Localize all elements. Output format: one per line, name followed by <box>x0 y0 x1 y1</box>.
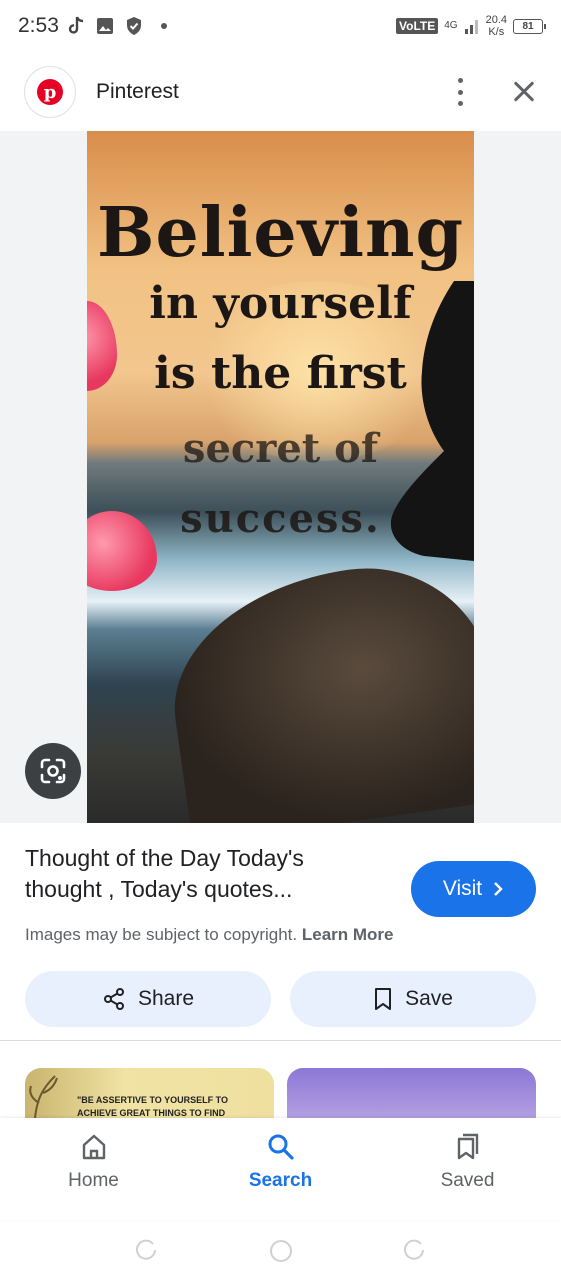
copyright-text: Images may be subject to copyright. <box>25 925 298 944</box>
share-button[interactable]: Share <box>25 971 271 1027</box>
save-label: Save <box>405 987 453 1010</box>
copyright-notice: Images may be subject to copyright. Lear… <box>0 917 561 945</box>
status-right: VoLTE 4G 20.4 K/s 81 <box>396 14 546 38</box>
close-icon[interactable] <box>509 78 537 106</box>
action-row: Share Save <box>0 945 561 1027</box>
saved-icon <box>457 1133 478 1160</box>
network-gen: 4G <box>444 20 458 31</box>
visit-button[interactable]: Visit <box>411 861 536 917</box>
status-notification-icons <box>67 16 167 36</box>
section-divider <box>0 1040 561 1041</box>
nav-saved-label: Saved <box>440 1170 495 1191</box>
bookmark-icon <box>375 988 392 1010</box>
gallery-icon <box>96 18 113 34</box>
quote-line-5: success. <box>180 495 381 542</box>
battery-icon: 81 <box>513 18 546 34</box>
chevron-right-icon <box>494 882 503 896</box>
visit-label: Visit <box>442 877 483 900</box>
page: 2:53 VoLTE 4G 20.4 K/s 81 p Pinterest Be… <box>0 0 561 1280</box>
system-nav-bar <box>0 1222 561 1280</box>
app-header: p Pinterest <box>0 56 561 128</box>
related-thumb-2[interactable] <box>287 1068 536 1118</box>
share-icon <box>103 988 124 1010</box>
volte-badge: VoLTE <box>396 18 439 34</box>
home-icon <box>82 1134 105 1160</box>
share-label: Share <box>137 987 195 1010</box>
more-options-icon[interactable] <box>455 78 465 106</box>
nav-home-label: Home <box>68 1170 119 1191</box>
nav-search[interactable]: Search <box>187 1118 374 1220</box>
back-icon[interactable] <box>403 1239 427 1263</box>
lens-search-button[interactable] <box>25 743 81 799</box>
status-bar: 2:53 VoLTE 4G 20.4 K/s 81 <box>0 0 561 52</box>
quote-line-2: in yourself <box>149 278 412 329</box>
home-button-icon[interactable] <box>269 1239 293 1263</box>
plant-graphic <box>29 1075 58 1118</box>
notification-dot-icon <box>160 23 167 29</box>
source-title: Pinterest <box>96 80 179 103</box>
quote-line-4: secret of <box>182 425 379 472</box>
speed-value: 20.4 <box>485 14 507 26</box>
header-actions <box>455 78 537 106</box>
pin-image[interactable]: Believing in yourself is the first secre… <box>87 131 474 823</box>
pin-title[interactable]: Thought of the Day Today's thought , Tod… <box>25 843 385 905</box>
quote-line-1: Believing <box>97 193 464 273</box>
pinterest-logo: p <box>24 66 76 118</box>
learn-more-link[interactable]: Learn More <box>302 925 394 944</box>
nav-home[interactable]: Home <box>0 1118 187 1220</box>
bottom-nav: Home Search Saved <box>0 1118 561 1220</box>
pinterest-logo-mark: p <box>37 79 63 105</box>
related-thumb-1-text: "BE ASSERTIVE TO YOURSELF TO ACHIEVE GRE… <box>77 1095 228 1118</box>
status-time: 2:53 <box>18 14 59 37</box>
signal-icon <box>464 20 478 34</box>
quote-line-3: is the first <box>154 348 407 399</box>
image-preview-area: Believing in yourself is the first secre… <box>0 131 561 823</box>
speed-unit: K/s <box>488 26 505 38</box>
lens-icon <box>40 758 66 784</box>
shield-icon <box>126 17 141 35</box>
related-images: "BE ASSERTIVE TO YOURSELF TO ACHIEVE GRE… <box>25 1068 536 1118</box>
nav-search-label: Search <box>248 1170 313 1191</box>
tiktok-icon <box>68 16 83 34</box>
related-thumb-1[interactable]: "BE ASSERTIVE TO YOURSELF TO ACHIEVE GRE… <box>25 1068 274 1118</box>
save-button[interactable]: Save <box>290 971 536 1027</box>
nav-saved[interactable]: Saved <box>374 1118 561 1220</box>
network-speed: 20.4 K/s <box>486 14 507 38</box>
battery-level: 81 <box>522 20 534 32</box>
recent-apps-icon[interactable] <box>135 1239 159 1263</box>
search-icon <box>268 1134 294 1160</box>
pin-details: Thought of the Day Today's thought , Tod… <box>0 823 561 1041</box>
title-row: Thought of the Day Today's thought , Tod… <box>0 823 561 917</box>
rock <box>158 551 474 823</box>
quote-text: Believing in yourself is the first secre… <box>87 193 474 553</box>
